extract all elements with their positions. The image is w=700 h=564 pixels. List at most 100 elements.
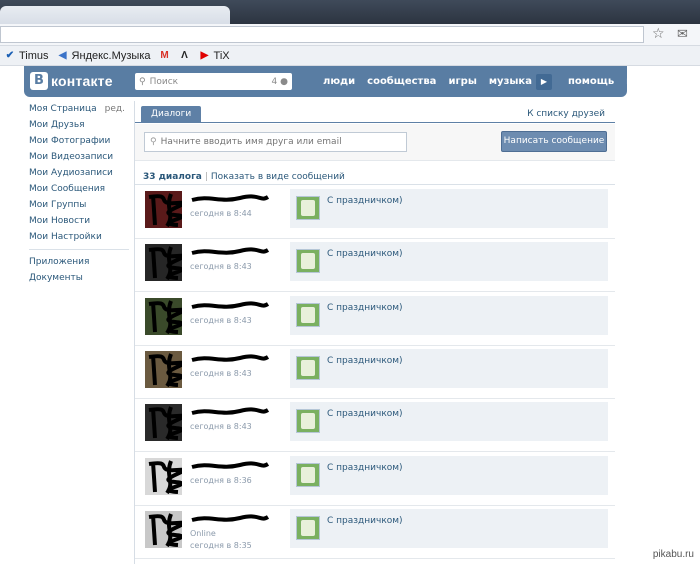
sidebar-item-news[interactable]: Мои Новости bbox=[29, 213, 129, 229]
sidebar-item-my-page[interactable]: Моя Страница ред. bbox=[29, 101, 129, 117]
scribble-overlay bbox=[148, 406, 182, 441]
dialog-time: сегодня в 8:35 bbox=[190, 540, 252, 550]
sender-avatar-icon bbox=[296, 302, 320, 327]
sender-avatar-icon bbox=[296, 249, 320, 274]
browser-tab[interactable] bbox=[0, 6, 230, 24]
name-scribble bbox=[191, 514, 270, 522]
avatar[interactable] bbox=[145, 404, 182, 442]
vk-header: В контакте ⚲ Поиск 4 ● люди сообщества и… bbox=[24, 66, 661, 97]
friend-search-input[interactable] bbox=[160, 137, 391, 147]
nav-logout[interactable]: выйти bbox=[620, 76, 667, 87]
name-scribble bbox=[191, 301, 270, 309]
message-preview[interactable]: С праздничком) bbox=[290, 508, 608, 548]
sidebar-item-settings[interactable]: Мои Настройки bbox=[29, 229, 129, 245]
avatar[interactable] bbox=[145, 244, 182, 282]
scribble-overlay bbox=[148, 459, 182, 494]
gmail-icon: M bbox=[160, 49, 169, 61]
nav-music[interactable]: музыка bbox=[483, 76, 538, 87]
music-icon: ◀ bbox=[58, 49, 67, 61]
play-icon[interactable]: ▶ bbox=[535, 73, 552, 90]
sidebar-divider bbox=[29, 249, 129, 250]
scribble-overlay bbox=[148, 353, 182, 388]
message-preview[interactable]: С праздничком) bbox=[290, 348, 608, 388]
bookmark-timus[interactable]: ✔ Timus bbox=[4, 50, 49, 62]
dialogs-count: 33 диалога bbox=[143, 172, 202, 182]
sidebar-item-apps[interactable]: Приложения bbox=[29, 254, 129, 270]
edit-link[interactable]: ред. bbox=[105, 101, 125, 117]
bookmark-tix[interactable]: ▶ TiX bbox=[199, 50, 230, 62]
avatar[interactable] bbox=[145, 350, 182, 388]
user-icon: ● bbox=[277, 76, 288, 87]
show-as-messages-link[interactable]: Показать в виде сообщений bbox=[211, 172, 345, 182]
youtube-icon: ▶ bbox=[200, 49, 209, 61]
message-text: С праздничком) bbox=[327, 302, 403, 313]
message-preview[interactable]: С праздничком) bbox=[290, 402, 608, 442]
nav-help[interactable]: помощь bbox=[562, 76, 620, 87]
name-scribble bbox=[191, 354, 270, 362]
sidebar-item-videos[interactable]: Мои Видеозаписи bbox=[29, 149, 129, 165]
bookmark-label: TiX bbox=[213, 49, 230, 62]
sender-avatar-icon bbox=[296, 462, 320, 487]
dialog-time: сегодня в 8:43 bbox=[190, 262, 252, 272]
vk-logo[interactable]: В контакте bbox=[30, 72, 113, 90]
message-preview[interactable]: С праздничком) bbox=[290, 189, 608, 228]
nav-communities[interactable]: сообщества bbox=[361, 76, 442, 87]
dialog-row[interactable]: сегодня в 8:36 С праздничком) bbox=[135, 453, 615, 506]
sidebar-item-messages[interactable]: Мои Сообщения bbox=[29, 181, 129, 197]
bookmark-label: Timus bbox=[19, 49, 49, 62]
sidebar-item-groups[interactable]: Мои Группы bbox=[29, 197, 129, 213]
nav-games[interactable]: игры bbox=[442, 76, 482, 87]
sender-avatar-icon bbox=[296, 409, 320, 434]
tab-bar: Диалоги К списку друзей bbox=[135, 101, 615, 123]
dialog-row[interactable]: сегодня в 8:44 С праздничком) bbox=[135, 186, 615, 239]
avatar[interactable] bbox=[145, 297, 182, 335]
divider bbox=[135, 184, 615, 185]
dialog-row[interactable]: сегодня в 8:43 С праздничком) bbox=[135, 293, 615, 346]
sidebar-item-documents[interactable]: Документы bbox=[29, 270, 129, 286]
dialog-time: сегодня в 8:43 bbox=[190, 422, 252, 432]
sidebar-item-friends[interactable]: Мои Друзья bbox=[29, 117, 129, 133]
mail-checker-icon[interactable]: ✉ bbox=[677, 27, 688, 42]
dialog-time: сегодня в 8:43 bbox=[190, 368, 252, 378]
bookmark-lambda[interactable]: Λ bbox=[179, 50, 191, 62]
left-sidebar: Моя Страница ред. Мои Друзья Мои Фотогра… bbox=[29, 101, 129, 286]
watermark: pikabu.ru bbox=[652, 549, 694, 560]
nav-people[interactable]: люди bbox=[317, 76, 361, 87]
scribble-overlay bbox=[148, 246, 182, 281]
friends-list-link[interactable]: К списку друзей bbox=[527, 109, 605, 119]
avatar[interactable] bbox=[145, 191, 182, 228]
dialog-row[interactable]: сегодня в 8:43 С праздничком) bbox=[135, 239, 615, 293]
sidebar-item-label: Моя Страница bbox=[29, 104, 97, 114]
vk-logo-letter: В bbox=[30, 72, 48, 90]
sender-avatar-icon bbox=[296, 515, 320, 540]
message-preview[interactable]: С праздничком) bbox=[290, 242, 608, 282]
message-text: С праздничком) bbox=[327, 515, 403, 526]
sidebar-item-photos[interactable]: Мои Фотографии bbox=[29, 133, 129, 149]
browser-tabstrip bbox=[0, 0, 700, 24]
dialog-row[interactable]: Online сегодня в 8:35 С праздничком) bbox=[135, 506, 615, 559]
dialog-row[interactable]: сегодня в 8:43 С праздничком) bbox=[135, 399, 615, 453]
tab-dialogs[interactable]: Диалоги bbox=[141, 106, 202, 123]
dialogs-summary: 33 диалога | Показать в виде сообщений bbox=[143, 172, 345, 182]
sidebar-item-audio[interactable]: Мои Аудиозаписи bbox=[29, 165, 129, 181]
message-preview[interactable]: С праздничком) bbox=[290, 455, 608, 495]
bookmark-yandex-music[interactable]: ◀ Яндекс.Музыка bbox=[57, 50, 151, 62]
avatar[interactable] bbox=[145, 510, 182, 548]
dialogs-panel: Диалоги К списку друзей ⚲ Написать сообщ… bbox=[134, 101, 615, 564]
dialog-search-bar: ⚲ Написать сообщение bbox=[135, 124, 615, 161]
dialog-time: сегодня в 8:36 bbox=[190, 475, 252, 485]
message-text: С праздничком) bbox=[327, 196, 403, 206]
sender-avatar-icon bbox=[296, 355, 320, 380]
address-bar[interactable] bbox=[0, 26, 644, 43]
search-icon: ⚲ bbox=[150, 137, 157, 147]
message-text: С праздничком) bbox=[327, 249, 403, 260]
bookmark-star-icon[interactable]: ☆ bbox=[652, 26, 665, 42]
write-message-button[interactable]: Написать сообщение bbox=[501, 131, 607, 152]
friend-search-field[interactable]: ⚲ bbox=[144, 132, 407, 152]
message-preview[interactable]: С праздничком) bbox=[290, 295, 608, 335]
avatar[interactable] bbox=[145, 457, 182, 495]
header-search[interactable]: ⚲ Поиск 4 ● bbox=[135, 73, 292, 90]
dialog-row[interactable]: сегодня в 8:43 С праздничком) bbox=[135, 346, 615, 399]
bookmark-gmail[interactable]: M bbox=[159, 50, 171, 62]
name-scribble bbox=[191, 460, 270, 469]
